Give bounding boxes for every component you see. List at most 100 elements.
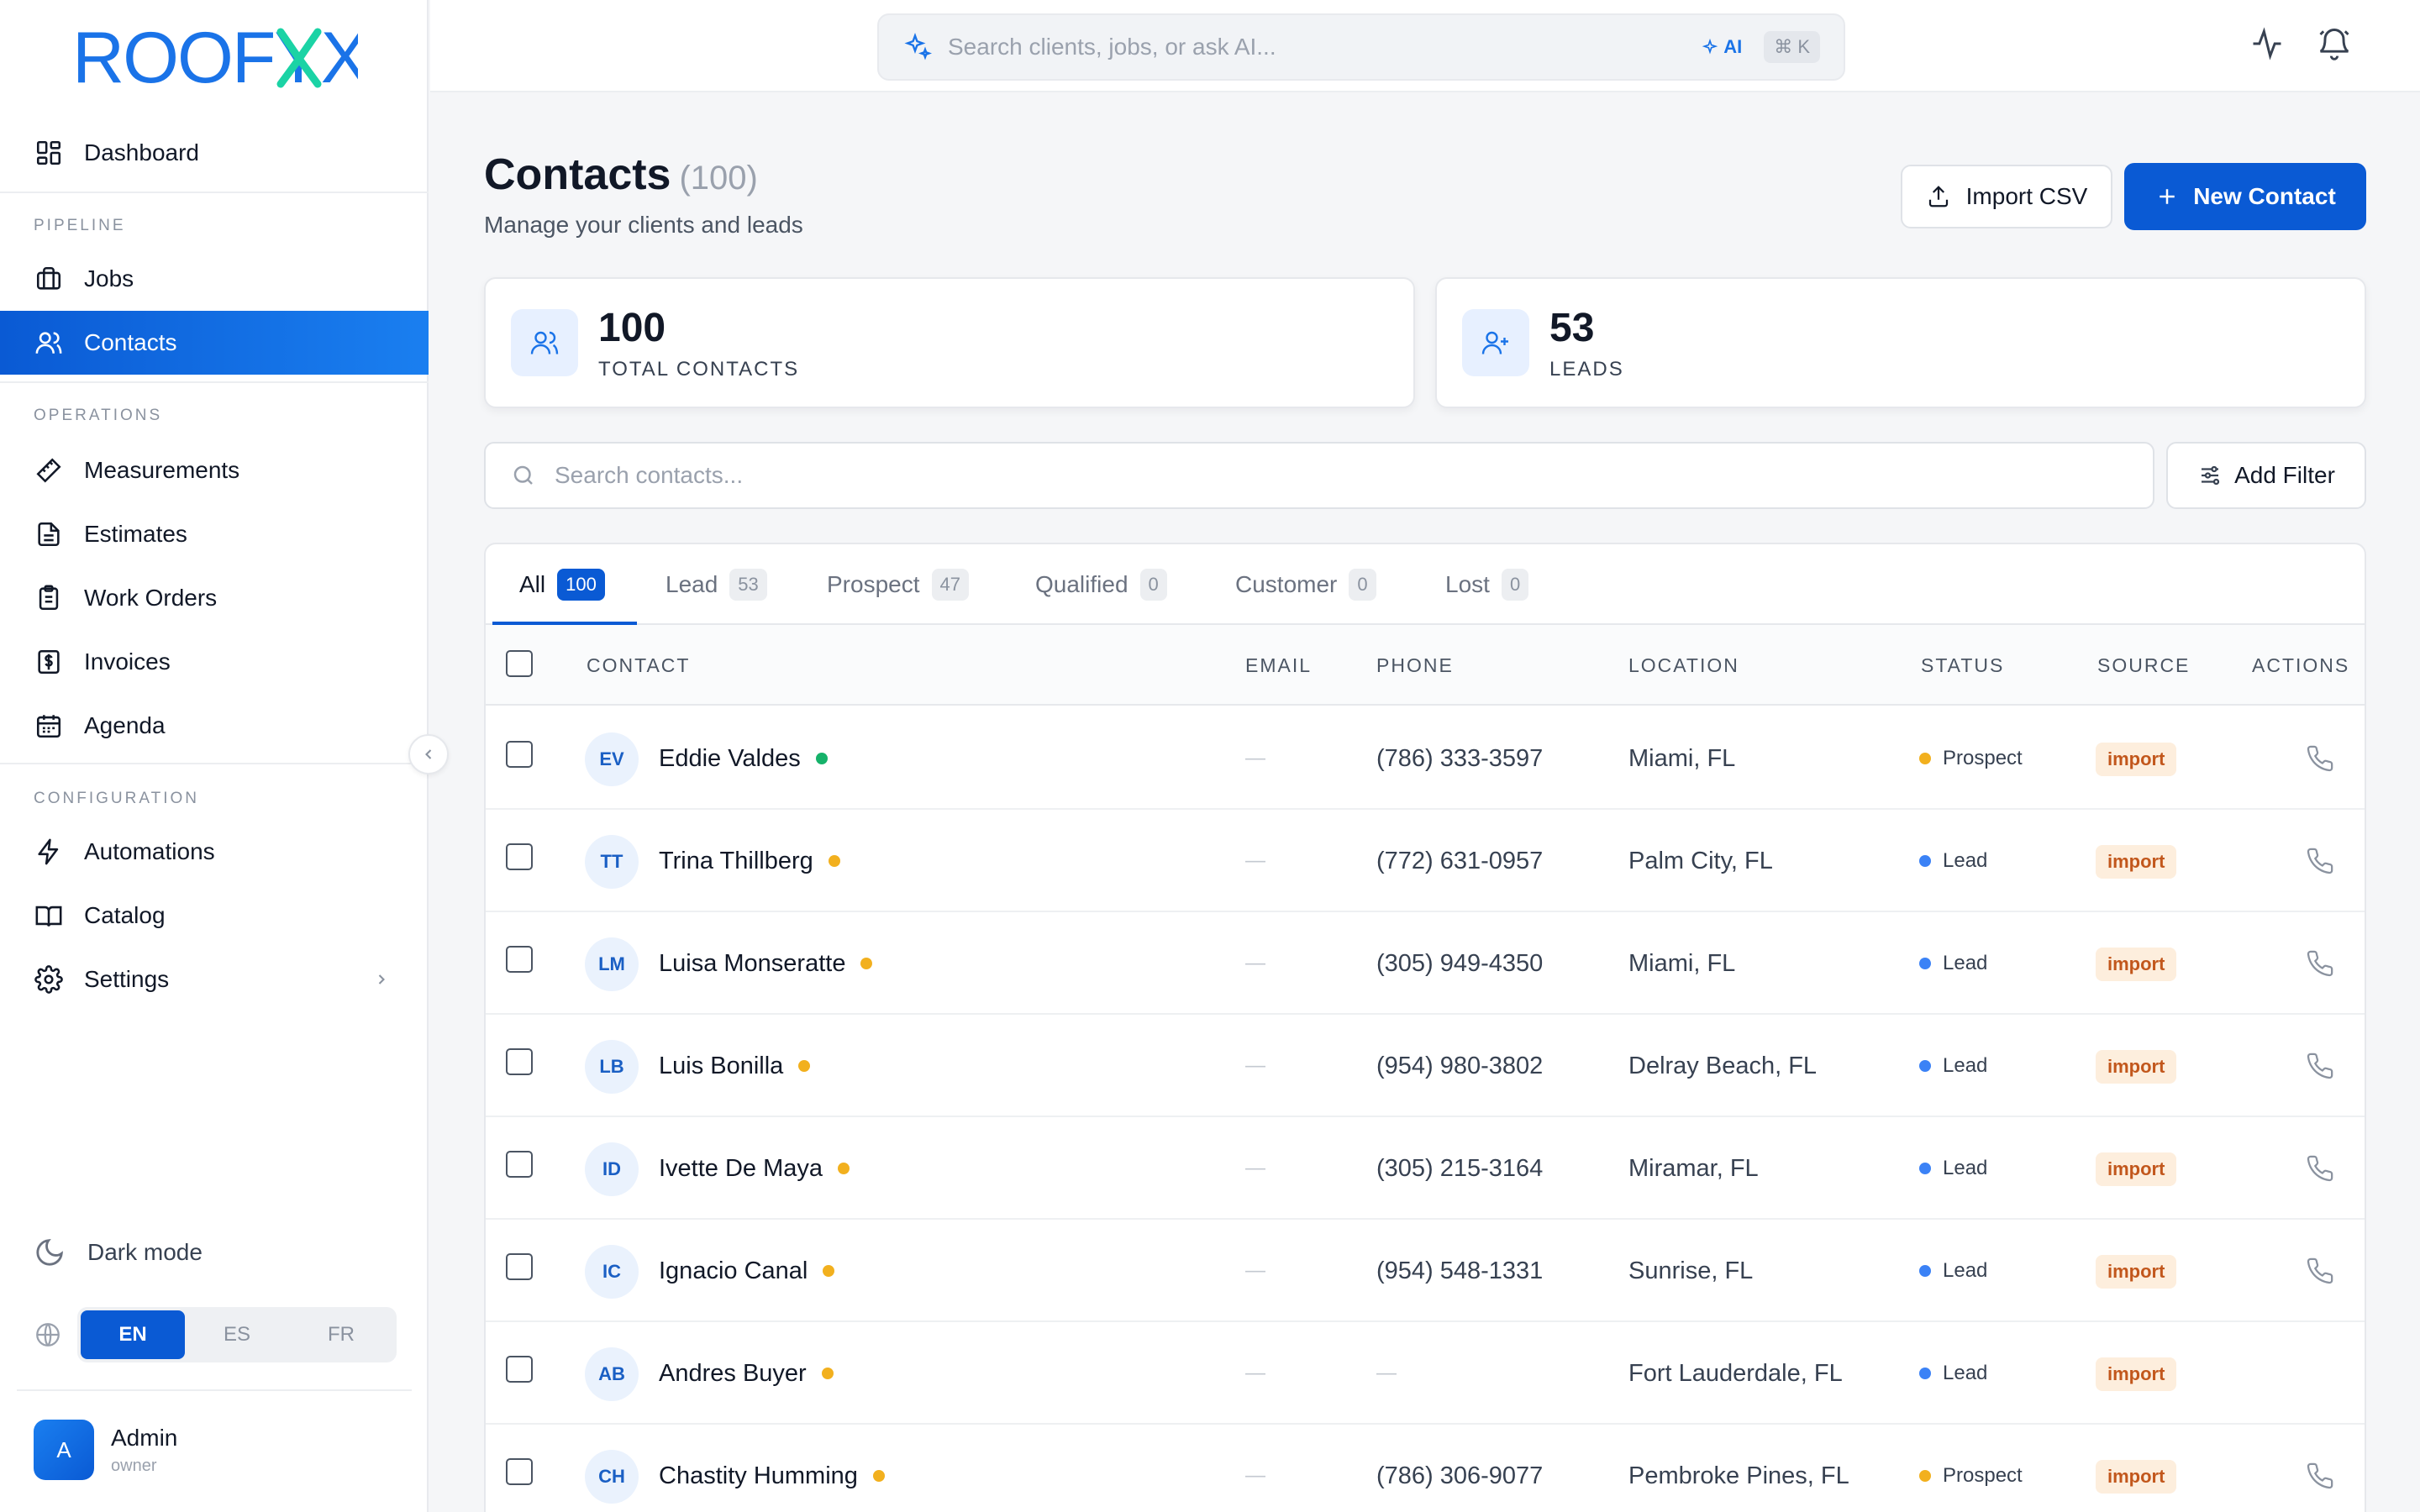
language-option-es[interactable]: ES	[185, 1310, 289, 1359]
column-header-contact[interactable]: CONTACT	[587, 625, 690, 706]
row-checkbox[interactable]	[506, 1151, 533, 1178]
sidebar-item-label: Measurements	[84, 457, 240, 483]
sidebar-item-work-orders[interactable]: Work Orders	[0, 566, 429, 630]
new-contact-button[interactable]: New Contact	[2124, 163, 2366, 230]
user-profile[interactable]: A Admin owner	[17, 1389, 412, 1480]
phone-call-icon[interactable]	[2306, 744, 2334, 773]
add-filter-label: Add Filter	[2234, 462, 2335, 488]
contact-name-cell[interactable]: Ivette De Maya	[659, 1117, 850, 1220]
column-header-email[interactable]: EMAIL	[1245, 625, 1312, 706]
contact-name-cell[interactable]: Andres Buyer	[659, 1322, 834, 1425]
source-badge: import	[2096, 1255, 2177, 1289]
lightning-icon	[34, 837, 64, 867]
table-row[interactable]: LB Luis Bonilla — (954) 980-3802 Delray …	[486, 1015, 2365, 1117]
top-bar: Search clients, jobs, or ask AI... AI ⌘ …	[430, 0, 2420, 92]
invoice-dollar-icon	[34, 647, 64, 677]
user-name: Admin	[111, 1424, 178, 1451]
sidebar-item-label: Catalog	[84, 902, 166, 928]
sidebar-item-settings[interactable]: Settings	[0, 948, 429, 1011]
phone-call-icon[interactable]	[2306, 847, 2334, 875]
phone-call-icon[interactable]	[2306, 1154, 2334, 1183]
bell-icon[interactable]	[2316, 25, 2353, 62]
row-checkbox[interactable]	[506, 741, 533, 768]
source-badge: import	[2096, 1152, 2177, 1186]
stat-value: 100	[598, 305, 666, 350]
user-plus-icon	[1481, 331, 1508, 354]
phone-call-icon[interactable]	[2306, 1462, 2334, 1490]
tab-qualified[interactable]: Qualified 0	[1035, 544, 1167, 625]
sidebar-item-measurements[interactable]: Measurements	[0, 438, 429, 502]
row-checkbox[interactable]	[506, 946, 533, 973]
dark-mode-toggle[interactable]: Dark mode	[34, 1236, 203, 1268]
contact-status-dot	[828, 855, 840, 867]
location-cell: Palm City, FL	[1628, 847, 1773, 874]
row-checkbox[interactable]	[506, 1048, 533, 1075]
contact-initials-avatar: LB	[585, 1040, 639, 1094]
collapse-sidebar-button[interactable]	[408, 734, 449, 774]
sidebar-item-catalog[interactable]: Catalog	[0, 884, 429, 948]
contact-name-cell[interactable]: Eddie Valdes	[659, 707, 828, 810]
row-checkbox[interactable]	[506, 1253, 533, 1280]
table-row[interactable]: LM Luisa Monseratte — (305) 949-4350 Mia…	[486, 912, 2365, 1015]
activity-icon[interactable]	[2249, 25, 2286, 62]
status-cell: Lead	[1919, 1015, 1987, 1117]
contact-name-cell[interactable]: Luisa Monseratte	[659, 912, 873, 1015]
sidebar-item-automations[interactable]: Automations	[0, 820, 429, 884]
phone-call-icon[interactable]	[2306, 1052, 2334, 1080]
table-row[interactable]: AB Andres Buyer — — Fort Lauderdale, FL …	[486, 1322, 2365, 1425]
sidebar-item-invoices[interactable]: Invoices	[0, 630, 429, 694]
contact-name-cell[interactable]: Ignacio Canal	[659, 1220, 835, 1322]
stat-label: LEADS	[1549, 357, 1624, 381]
table-row[interactable]: CH Chastity Humming — (786) 306-9077 Pem…	[486, 1425, 2365, 1512]
status-label: Lead	[1943, 1362, 1988, 1384]
row-checkbox[interactable]	[506, 843, 533, 870]
tab-count-badge: 53	[729, 569, 767, 601]
tab-lead[interactable]: Lead 53	[666, 544, 767, 625]
column-header-location[interactable]: LOCATION	[1628, 625, 1739, 706]
language-option-en[interactable]: EN	[81, 1310, 185, 1359]
stat-card-total-contacts: 100 TOTAL CONTACTS	[484, 277, 1415, 408]
import-csv-button[interactable]: Import CSV	[1901, 165, 2112, 228]
contact-status-dot	[823, 1265, 835, 1277]
language-switcher: EN ES FR	[34, 1307, 397, 1362]
globe-icon	[36, 1323, 60, 1347]
contacts-search-input[interactable]: Search contacts...	[484, 442, 2154, 509]
sidebar-item-contacts[interactable]: Contacts	[0, 311, 429, 375]
sidebar-item-agenda[interactable]: Agenda	[0, 694, 429, 758]
tab-lost[interactable]: Lost 0	[1445, 544, 1529, 625]
source-badge: import	[2096, 1050, 2177, 1084]
table-row[interactable]: IC Ignacio Canal — (954) 548-1331 Sunris…	[486, 1220, 2365, 1322]
roofyx-logo[interactable]: ROOFYX	[72, 18, 370, 98]
sidebar-item-jobs[interactable]: Jobs	[0, 247, 429, 311]
email-cell: —	[1245, 1259, 1265, 1282]
section-label-pipeline: PIPELINE	[34, 217, 126, 234]
phone-call-icon[interactable]	[2306, 1257, 2334, 1285]
contact-name-cell[interactable]: Trina Thillberg	[659, 810, 840, 912]
tab-prospect[interactable]: Prospect 47	[827, 544, 969, 625]
row-checkbox[interactable]	[506, 1458, 533, 1485]
contact-name-cell[interactable]: Chastity Humming	[659, 1425, 885, 1512]
chevron-left-icon	[425, 749, 432, 759]
table-row[interactable]: EV Eddie Valdes — (786) 333-3597 Miami, …	[486, 707, 2365, 810]
page-subtitle: Manage your clients and leads	[484, 212, 803, 238]
column-header-phone[interactable]: PHONE	[1376, 625, 1454, 706]
select-all-checkbox[interactable]	[506, 650, 533, 677]
table-row[interactable]: TT Trina Thillberg — (772) 631-0957 Palm…	[486, 810, 2365, 912]
contact-status-dot	[872, 1470, 885, 1482]
sidebar-item-dashboard[interactable]: Dashboard	[0, 121, 429, 185]
sidebar-item-estimates[interactable]: Estimates	[0, 502, 429, 566]
contact-name-cell[interactable]: Luis Bonilla	[659, 1015, 811, 1117]
row-checkbox[interactable]	[506, 1356, 533, 1383]
phone-call-icon[interactable]	[2306, 949, 2334, 978]
table-row[interactable]: ID Ivette De Maya — (305) 215-3164 Miram…	[486, 1117, 2365, 1220]
user-role: owner	[111, 1456, 157, 1475]
column-header-status[interactable]: STATUS	[1921, 625, 2004, 706]
language-option-fr[interactable]: FR	[289, 1310, 393, 1359]
tab-customer[interactable]: Customer 0	[1235, 544, 1376, 625]
add-filter-button[interactable]: Add Filter	[2166, 442, 2366, 509]
search-icon	[513, 465, 533, 485]
ai-badge[interactable]: AI	[1702, 36, 1742, 58]
global-search[interactable]: Search clients, jobs, or ask AI... AI ⌘ …	[877, 13, 1845, 81]
tab-all[interactable]: All 100	[519, 544, 605, 625]
column-header-source[interactable]: SOURCE	[2097, 625, 2190, 706]
